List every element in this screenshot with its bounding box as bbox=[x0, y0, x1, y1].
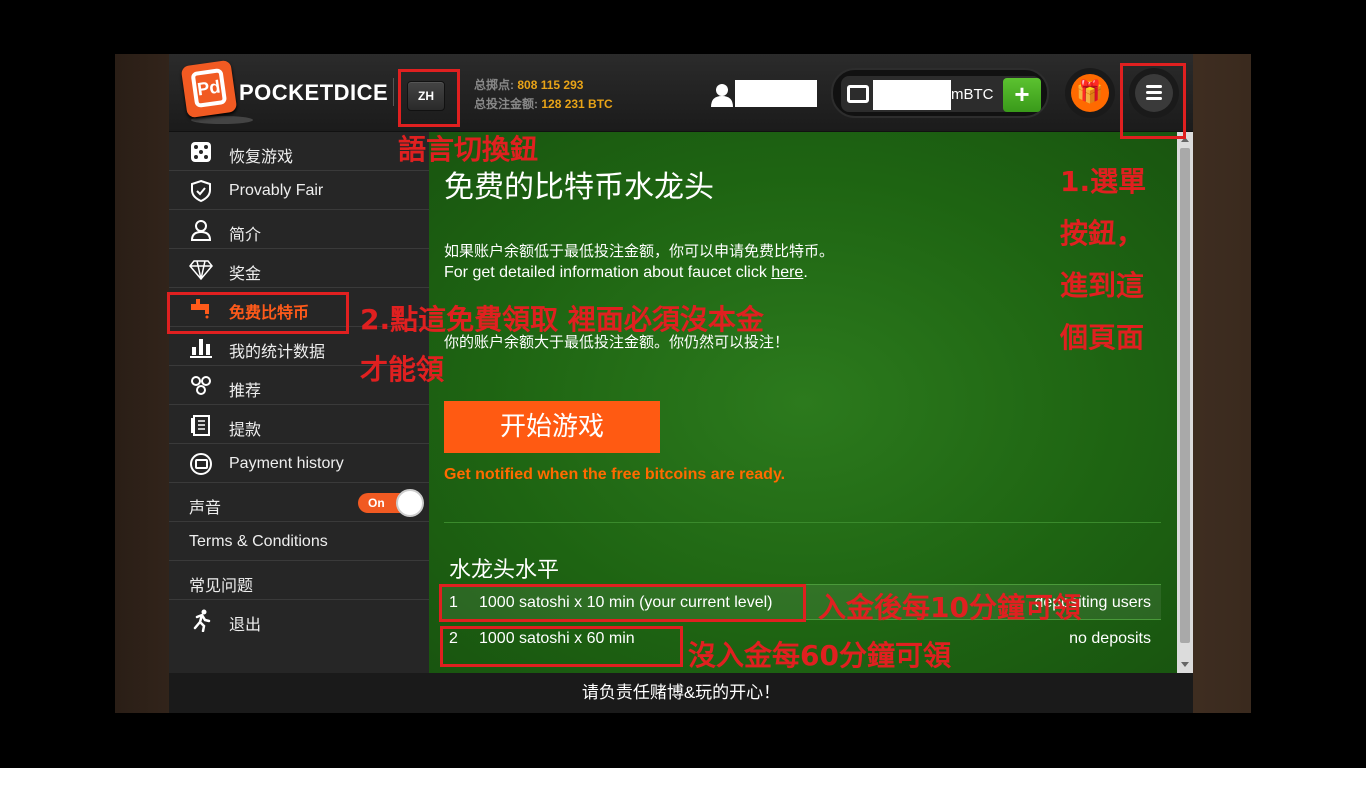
wallet-icon bbox=[190, 453, 212, 475]
user-icon[interactable] bbox=[711, 83, 733, 107]
annotation-menu-line: 1.選單 bbox=[1060, 165, 1147, 198]
sidebar-item-label: 奖金 bbox=[229, 266, 262, 283]
annotation-menu-line: 進到這 bbox=[1060, 269, 1145, 302]
footer: 请负责任赌博&玩的开心！ bbox=[169, 673, 1193, 713]
balance-value bbox=[873, 80, 951, 110]
shield-check-icon bbox=[191, 179, 211, 203]
sidebar-item-label: Terms & Conditions bbox=[189, 533, 328, 550]
annotation-faucet-line2: 才能領 bbox=[360, 353, 445, 386]
faucet-info-link[interactable]: here bbox=[771, 264, 803, 281]
annotation-box-level1 bbox=[439, 584, 806, 622]
sidebar-item-withdraw[interactable]: 提款 bbox=[169, 405, 429, 444]
annotation-language: 語言切換鈕 bbox=[398, 133, 539, 166]
sound-toggle[interactable]: On bbox=[358, 489, 424, 517]
toggle-knob bbox=[396, 489, 424, 517]
page-title: 免费的比特币水龙头 bbox=[444, 170, 714, 205]
stat-rolls: 总掷点: 808 115 293 bbox=[474, 76, 613, 95]
annotation-box-faucet bbox=[167, 292, 349, 334]
annotation-box-menu bbox=[1120, 63, 1186, 139]
level-requirement: no deposits bbox=[1069, 630, 1151, 647]
sidebar-menu: 恢复游戏 Provably Fair 简介 奖金 免费比特币 我的统计数据 推荐 bbox=[169, 132, 429, 673]
site-stats: 总掷点: 808 115 293 总投注金额: 128 231 BTC bbox=[474, 76, 613, 114]
dice-icon bbox=[191, 142, 211, 162]
sidebar-item-restore-game[interactable]: 恢复游戏 bbox=[169, 132, 429, 171]
running-man-icon bbox=[193, 609, 211, 632]
sidebar-item-label: 我的统计数据 bbox=[229, 344, 326, 361]
scroll-thumb[interactable] bbox=[1180, 148, 1190, 643]
annotation-menu-line: 個頁面 bbox=[1060, 321, 1145, 354]
notify-link[interactable]: Get notified when the free bitcoins are … bbox=[444, 466, 785, 484]
sidebar-item-profile[interactable]: 简介 bbox=[169, 210, 429, 249]
faucet-info: For get detailed information about fauce… bbox=[444, 264, 808, 282]
sidebar-item-label: Payment history bbox=[229, 455, 344, 472]
annotation-box-level2 bbox=[440, 626, 683, 667]
wallet-icon bbox=[847, 85, 869, 103]
sound-label: 声音 bbox=[189, 500, 222, 517]
group-icon bbox=[191, 376, 211, 395]
sidebar-item-label: 推荐 bbox=[229, 383, 262, 400]
sidebar-item-sound: 声音 On bbox=[169, 483, 429, 522]
stat-wagered-label: 总投注金额: bbox=[474, 97, 542, 111]
gift-icon: 🎁 bbox=[1071, 74, 1109, 112]
page-bottom-strip bbox=[0, 768, 1366, 792]
diamond-icon bbox=[189, 260, 213, 281]
scroll-down-arrow-icon[interactable] bbox=[1181, 662, 1189, 667]
annotation-faucet-line1: 2.點這免費領取 裡面必須沒本金 bbox=[360, 303, 764, 336]
faucet-info-text: For get detailed information about fauce… bbox=[444, 264, 772, 281]
annotation-menu-line: 按鈕， bbox=[1060, 217, 1145, 250]
logo-shadow bbox=[191, 116, 253, 124]
document-icon bbox=[191, 415, 210, 436]
sidebar-item-label: 提款 bbox=[229, 422, 262, 439]
balance-unit: mBTC bbox=[951, 86, 994, 103]
gift-button[interactable]: 🎁 bbox=[1065, 68, 1115, 118]
sidebar-item-payment-history[interactable]: Payment history bbox=[169, 444, 429, 483]
stat-wagered: 总投注金额: 128 231 BTC bbox=[474, 95, 613, 114]
sidebar-item-label: 常见问题 bbox=[189, 578, 254, 595]
faucet-description: 如果账户余额低于最低投注金额，你可以申请免费比特币。 bbox=[444, 243, 835, 260]
annotation-box-language bbox=[398, 69, 460, 127]
stat-rolls-label: 总掷点: bbox=[474, 78, 518, 92]
sidebar-item-label: 恢复游戏 bbox=[229, 149, 294, 166]
faucet-info-end: . bbox=[803, 264, 808, 281]
start-game-button[interactable]: 开始游戏 bbox=[444, 401, 660, 453]
stat-wagered-value: 128 231 BTC bbox=[541, 97, 613, 111]
scrollbar[interactable] bbox=[1177, 132, 1193, 673]
annotation-level1: 入金後每10分鐘可領 bbox=[818, 591, 1081, 624]
sidebar-item-terms[interactable]: Terms & Conditions bbox=[169, 522, 429, 561]
deposit-button[interactable]: + bbox=[1003, 78, 1041, 112]
username-field[interactable] bbox=[735, 80, 817, 107]
logo-text[interactable]: POCKETDICE bbox=[239, 80, 388, 106]
divider bbox=[444, 522, 1161, 523]
sidebar-item-label: 退出 bbox=[229, 617, 262, 634]
logo-separator bbox=[393, 78, 394, 106]
header: Pd POCKETDICE ZH 总掷点: 808 115 293 总投注金额:… bbox=[169, 54, 1193, 132]
stat-rolls-value: 808 115 293 bbox=[517, 78, 584, 92]
sidebar-item-logout[interactable]: 退出 bbox=[169, 600, 429, 639]
sidebar-item-provably-fair[interactable]: Provably Fair bbox=[169, 171, 429, 210]
sidebar-item-bonus[interactable]: 奖金 bbox=[169, 249, 429, 288]
wallet-balance: mBTC + bbox=[831, 68, 1049, 118]
sidebar-item-label: Provably Fair bbox=[229, 182, 324, 199]
bar-chart-icon bbox=[190, 339, 212, 358]
sidebar-item-faq[interactable]: 常见问题 bbox=[169, 561, 429, 600]
sidebar-item-label: 简介 bbox=[229, 227, 262, 244]
user-icon bbox=[190, 220, 212, 241]
annotation-level2: 沒入金每60分鐘可領 bbox=[688, 639, 951, 672]
logo-icon[interactable]: Pd bbox=[180, 59, 238, 119]
faucet-levels-title: 水龙头水平 bbox=[449, 558, 560, 583]
